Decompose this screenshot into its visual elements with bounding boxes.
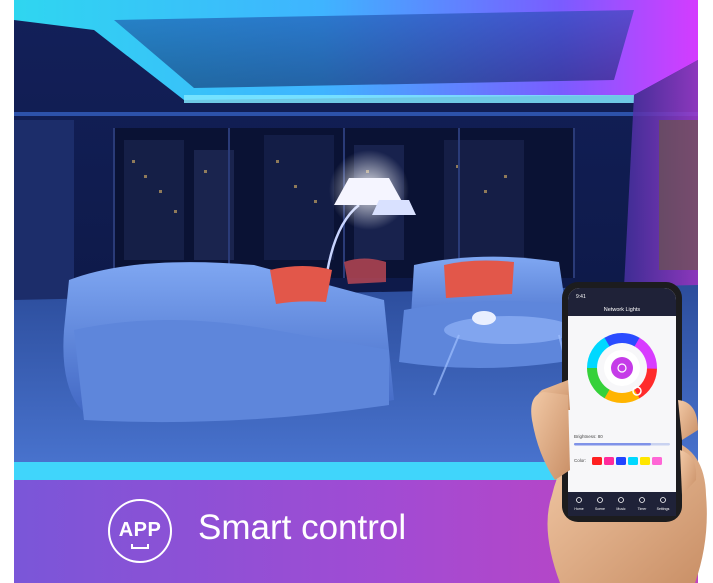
color-swatch[interactable] — [616, 457, 626, 465]
nav-item-label[interactable]: Scene — [595, 507, 605, 511]
status-time: 9:41 — [576, 294, 586, 300]
app-screen-title: Network Lights — [604, 307, 641, 313]
banner-headline: Smart control — [198, 508, 407, 547]
color-swatch[interactable] — [640, 457, 650, 465]
color-swatch[interactable] — [604, 457, 614, 465]
color-label: Color: — [574, 458, 586, 463]
color-swatch[interactable] — [628, 457, 638, 465]
nav-item-label[interactable]: Timer — [638, 507, 648, 511]
product-image: APP Smart control 9:41 Network Lights Br… — [0, 0, 713, 583]
nav-item-label[interactable]: Settings — [657, 507, 670, 511]
hand-holding-phone: 9:41 Network Lights Brightness: 80 Color… — [531, 282, 707, 583]
app-icon: APP — [108, 499, 172, 563]
app-badge-underline — [131, 544, 149, 549]
app-badge-label: APP — [118, 519, 162, 541]
color-swatch[interactable] — [652, 457, 662, 465]
nav-item-label[interactable]: Music — [616, 507, 625, 511]
color-swatch[interactable] — [592, 457, 602, 465]
nav-item-label[interactable]: Home — [574, 507, 583, 511]
brightness-label: Brightness: 80 — [574, 434, 603, 439]
